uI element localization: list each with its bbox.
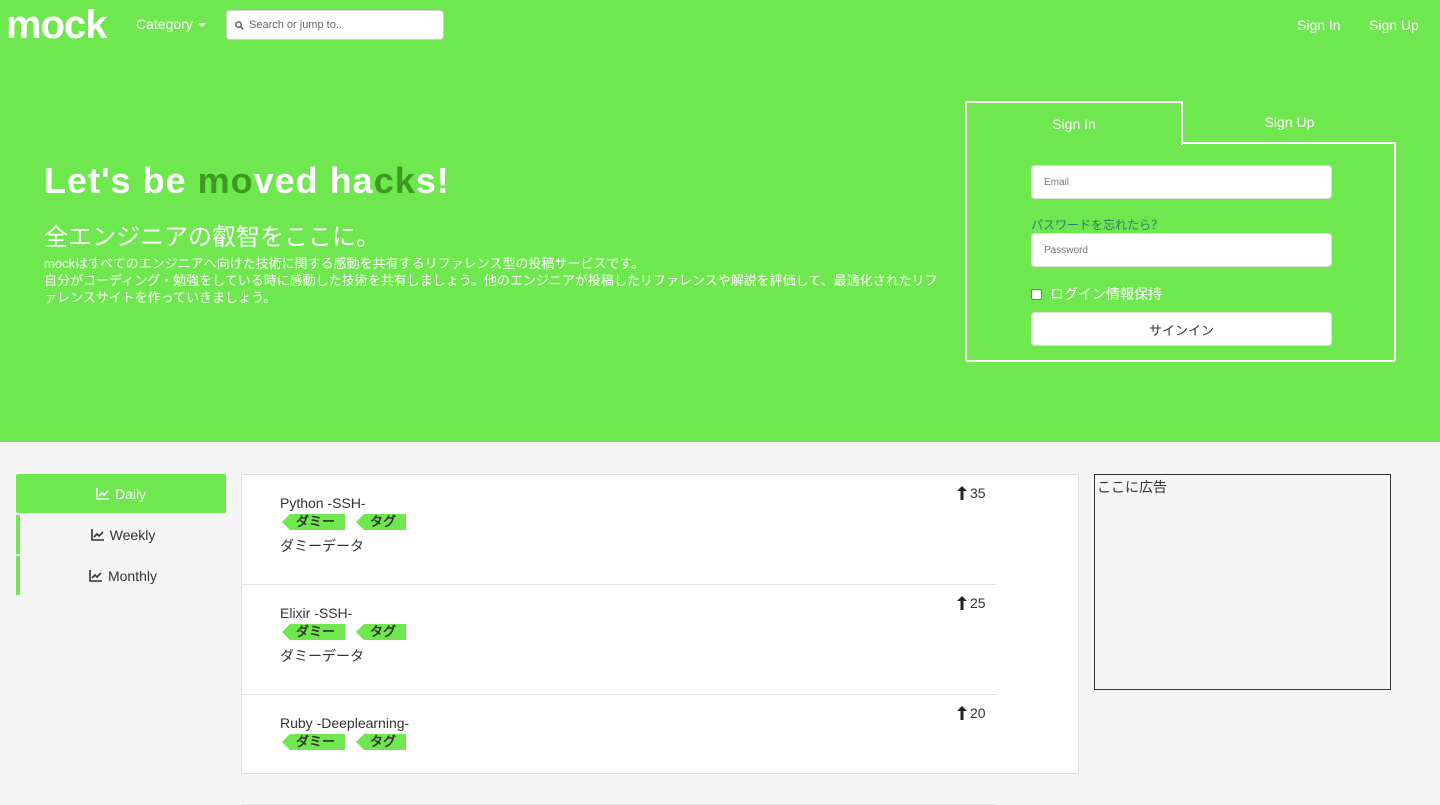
hero-subtitle: 全エンジニアの叡智をここに。 xyxy=(44,224,380,251)
post-title[interactable]: Ruby -Deeplearning- xyxy=(280,715,409,731)
tag[interactable]: ダミー xyxy=(282,624,346,640)
ad-text: ここに広告 xyxy=(1097,479,1167,495)
navbar: mock Category Sign In Sign Up xyxy=(0,0,1440,50)
post-body: ダミーデータ xyxy=(280,538,364,554)
hero-title-part: Let's be xyxy=(44,160,198,201)
hero-title: Let's be moved hacks! xyxy=(44,160,450,202)
filter-monthly[interactable]: Monthly xyxy=(16,556,226,595)
tag[interactable]: タグ xyxy=(356,624,407,640)
post-item[interactable]: Elixir -SSH- ダミー タグ ダミーデータ 25 xyxy=(242,585,997,695)
chart-line-icon xyxy=(90,528,104,541)
sign-in-panel: パスワードを忘れたら？ ログイン情報保持 サインイン xyxy=(965,142,1396,362)
vote-count: 25 xyxy=(970,595,986,611)
remember-label: ログイン情報保持 xyxy=(1050,286,1162,302)
upvote-button[interactable]: 35 xyxy=(957,485,986,501)
vote-count: 35 xyxy=(970,485,986,501)
search-box[interactable] xyxy=(226,10,444,40)
search-icon xyxy=(235,20,244,30)
vote-count: 20 xyxy=(970,705,986,721)
nav-sign-in-link[interactable]: Sign In xyxy=(1297,17,1341,33)
tag[interactable]: ダミー xyxy=(282,514,346,530)
filter-weekly[interactable]: Weekly xyxy=(16,515,226,554)
category-dropdown[interactable]: Category xyxy=(136,16,206,32)
ad-placeholder: ここに広告 xyxy=(1094,474,1391,690)
tag[interactable]: タグ xyxy=(356,734,407,750)
chart-line-icon xyxy=(96,487,109,500)
upvote-button[interactable]: 25 xyxy=(957,595,986,611)
hero-title-accent: ck xyxy=(373,160,416,201)
arrow-up-icon xyxy=(957,596,967,610)
post-tags: ダミー タグ xyxy=(282,624,407,640)
hero-title-accent: o xyxy=(230,160,254,201)
filter-daily[interactable]: Daily xyxy=(16,474,226,513)
tab-sign-in[interactable]: Sign In xyxy=(965,101,1183,145)
remember-me: ログイン情報保持 xyxy=(1031,284,1162,304)
post-list: Python -SSH- ダミー タグ ダミーデータ 35 Elixir -SS… xyxy=(241,474,1079,805)
post-title[interactable]: Python -SSH- xyxy=(280,495,366,511)
sign-in-button[interactable]: サインイン xyxy=(1031,312,1332,346)
post-tags: ダミー タグ xyxy=(282,514,407,530)
post-body: ダミーデータ xyxy=(280,648,364,664)
tab-sign-up[interactable]: Sign Up xyxy=(1183,101,1396,143)
filter-label: Weekly xyxy=(109,526,156,543)
hero-description-line: 自分がコーディング・勉強をしている時に感動した技術を共有しましょう。他のエンジニ… xyxy=(44,273,938,305)
password-field[interactable] xyxy=(1031,233,1332,267)
post-tags: ダミー タグ xyxy=(282,734,407,750)
post-item[interactable]: Python -SSH- ダミー タグ ダミーデータ 35 xyxy=(242,475,997,585)
tag[interactable]: タグ xyxy=(356,514,407,530)
hero-description-line: mockはすべてのエンジニアへ向けた技術に関する感動を共有するリファレンス型の投… xyxy=(44,256,645,271)
chart-line-icon xyxy=(89,569,102,582)
search-input[interactable] xyxy=(249,19,439,31)
hero-description: mockはすべてのエンジニアへ向けた技術に関する感動を共有するリファレンス型の投… xyxy=(44,255,944,306)
filter-label: Daily xyxy=(114,485,147,502)
hero-title-accent: m xyxy=(197,160,231,201)
hero-title-part: ved xyxy=(253,160,330,201)
arrow-up-icon xyxy=(957,486,967,500)
email-field[interactable] xyxy=(1031,165,1332,199)
hero-title-part: s! xyxy=(415,160,450,201)
filter-label: Monthly xyxy=(107,567,158,584)
upvote-button[interactable]: 20 xyxy=(957,705,986,721)
post-title[interactable]: Elixir -SSH- xyxy=(280,605,352,621)
post-item[interactable]: Ruby -Deeplearning- ダミー タグ 20 xyxy=(242,695,997,805)
category-label: Category xyxy=(136,16,193,32)
remember-checkbox[interactable] xyxy=(1031,288,1042,300)
tag[interactable]: ダミー xyxy=(282,734,346,750)
arrow-up-icon xyxy=(957,706,967,720)
nav-sign-up-link[interactable]: Sign Up xyxy=(1369,17,1419,33)
hero-title-part: ha xyxy=(329,160,374,201)
forgot-password-link[interactable]: パスワードを忘れたら？ xyxy=(1031,216,1163,233)
logo[interactable]: mock xyxy=(6,4,107,46)
caret-down-icon xyxy=(197,22,206,27)
